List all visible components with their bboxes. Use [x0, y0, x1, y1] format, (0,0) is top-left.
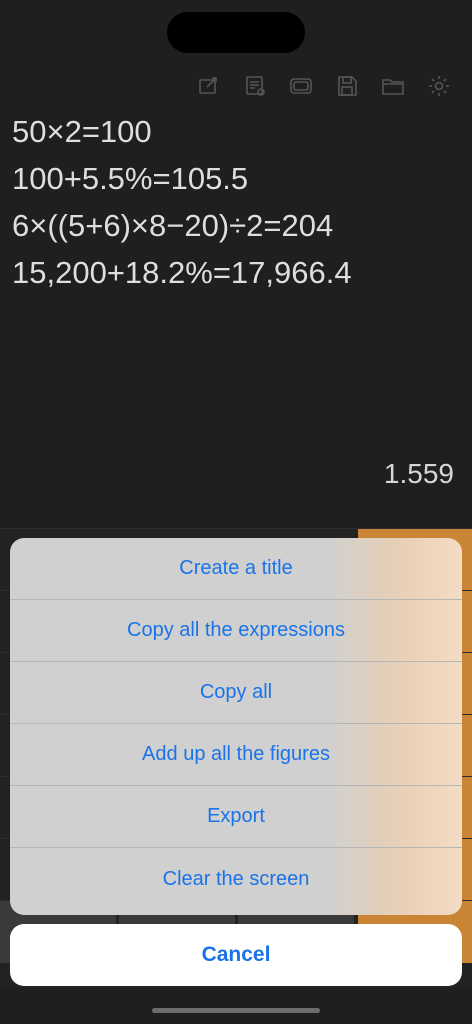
clear-screen-button[interactable]: Clear the screen	[10, 848, 462, 910]
copy-all-button[interactable]: Copy all	[10, 662, 462, 724]
home-indicator[interactable]	[152, 1008, 320, 1013]
expression-line: 15,200+18.2%=17,966.4	[12, 255, 352, 290]
save-icon[interactable]	[332, 72, 362, 100]
toolbar	[194, 72, 454, 100]
edit-icon[interactable]	[194, 72, 224, 100]
tape-icon[interactable]	[286, 72, 316, 100]
receipt-icon[interactable]	[240, 72, 270, 100]
gear-icon[interactable]	[424, 72, 454, 100]
cancel-button[interactable]: Cancel	[10, 924, 462, 986]
expression-history: 50×2=100 100+5.5%=105.5 6×((5+6)×8−20)÷2…	[12, 112, 460, 300]
add-up-figures-button[interactable]: Add up all the figures	[10, 724, 462, 786]
copy-expressions-button[interactable]: Copy all the expressions	[10, 600, 462, 662]
dynamic-island	[167, 12, 305, 53]
create-title-button[interactable]: Create a title	[10, 538, 462, 600]
folder-icon[interactable]	[378, 72, 408, 100]
action-sheet: Create a title Copy all the expressions …	[10, 538, 462, 915]
expression-line: 100+5.5%=105.5	[12, 161, 249, 196]
export-button[interactable]: Export	[10, 786, 462, 848]
expression-line: 50×2=100	[12, 114, 152, 149]
current-result: 1.559	[383, 458, 454, 489]
expression-line: 6×((5+6)×8−20)÷2=204	[12, 208, 334, 243]
